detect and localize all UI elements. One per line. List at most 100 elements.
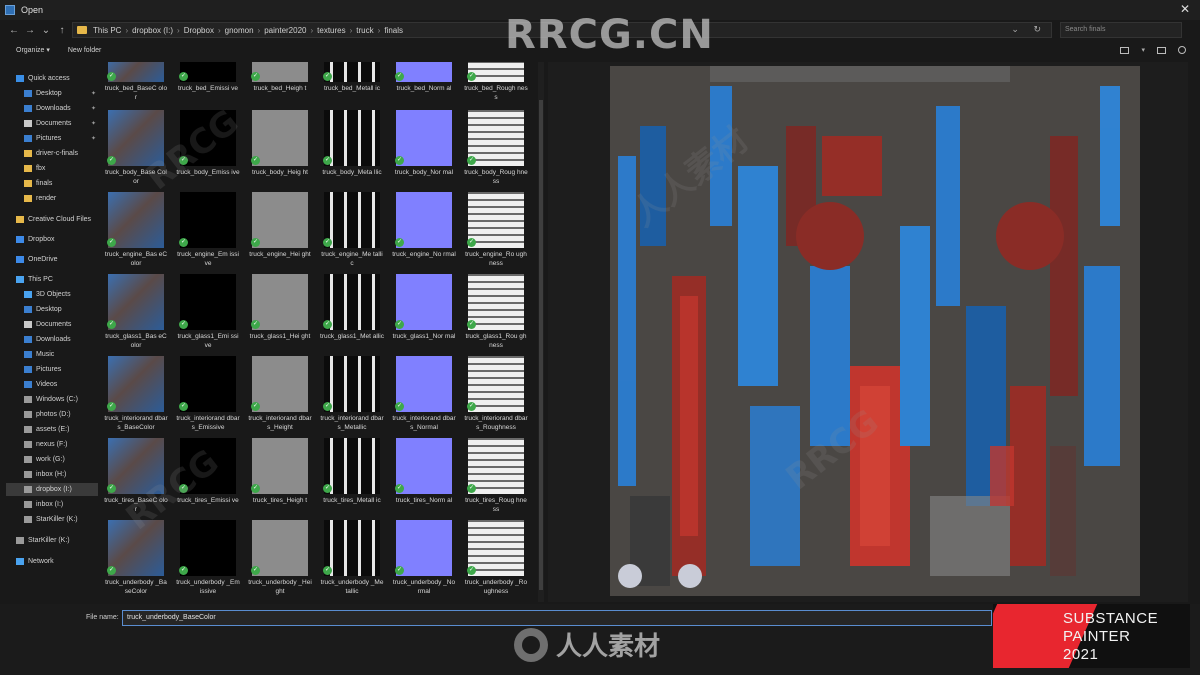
breadcrumb-item[interactable]: gnomon — [225, 26, 254, 35]
file-item[interactable]: ✓ truck_body_Roug hness — [464, 110, 528, 190]
sync-check-icon: ✓ — [467, 402, 476, 411]
sidebar-item[interactable]: StarKiller (K:) — [6, 534, 98, 547]
address-controls[interactable]: ⌄ ↻ — [1011, 24, 1047, 35]
file-item[interactable]: ✓ truck_body_Nor mal — [392, 110, 456, 190]
file-item[interactable]: ✓ truck_interiorand dbars_BaseColor — [104, 356, 168, 436]
file-grid-scrollbar[interactable] — [538, 62, 544, 602]
breadcrumb-item[interactable]: painter2020 — [264, 26, 306, 35]
sidebar-item[interactable]: dropbox (I:) — [6, 483, 98, 496]
sidebar-item[interactable]: Music — [6, 348, 98, 361]
sidebar-item[interactable]: Desktop — [6, 303, 98, 316]
file-item[interactable]: ✓ truck_glass1_Bas eColor — [104, 274, 168, 354]
sidebar-item[interactable]: StarKiller (K:) — [6, 513, 98, 526]
sidebar-item[interactable]: finals — [6, 177, 98, 190]
file-item[interactable]: ✓ truck_underbody _BaseColor — [104, 520, 168, 600]
sidebar-item[interactable]: photos (D:) — [6, 408, 98, 421]
breadcrumb-separator[interactable]: › — [125, 26, 128, 35]
file-thumbnail — [396, 356, 452, 412]
breadcrumb-separator[interactable]: › — [350, 26, 353, 35]
close-icon[interactable]: ✕ — [1180, 2, 1190, 16]
sidebar-item[interactable]: driver-c-finals — [6, 147, 98, 160]
sidebar-item[interactable]: Videos — [6, 378, 98, 391]
preview-pane-icon[interactable] — [1157, 46, 1166, 54]
file-item[interactable]: ✓ truck_underbody _Roughness — [464, 520, 528, 600]
file-name-input[interactable]: truck_underbody_BaseColor — [122, 610, 992, 626]
desktop-icon — [24, 90, 32, 97]
scrollbar-thumb[interactable] — [539, 100, 543, 590]
sidebar-item[interactable]: render — [6, 192, 98, 205]
file-item[interactable]: ✓ truck_interiorand dbars_Metallic — [320, 356, 384, 436]
file-item[interactable]: ✓ truck_engine_Bas eColor — [104, 192, 168, 272]
file-item[interactable]: ✓ truck_tires_Metall ic — [320, 438, 384, 518]
breadcrumb-separator[interactable]: › — [258, 26, 261, 35]
recent-locations-icon[interactable]: ⌄ — [38, 25, 54, 36]
pin-icon: ✦ — [90, 121, 96, 127]
sidebar-item[interactable]: Downloads ✦ — [6, 102, 98, 115]
file-item[interactable]: ✓ truck_engine_Em issive — [176, 192, 240, 272]
new-folder-button[interactable]: New folder — [68, 47, 101, 54]
sidebar-item[interactable]: fbx — [6, 162, 98, 175]
file-thumbnail — [180, 62, 236, 82]
chevron-down-icon[interactable]: ▾ — [1141, 46, 1145, 54]
file-item[interactable]: ✓ truck_body_Heig ht — [248, 110, 312, 190]
file-item[interactable]: ✓ truck_underbody _Metallic — [320, 520, 384, 600]
sidebar-item[interactable]: Quick access — [6, 72, 98, 85]
file-item[interactable]: ✓ truck_interiorand dbars_Normal — [392, 356, 456, 436]
breadcrumb-separator[interactable]: › — [218, 26, 221, 35]
sync-check-icon: ✓ — [107, 238, 116, 247]
file-item[interactable]: ✓ truck_engine_Ro ughness — [464, 192, 528, 272]
sidebar-item[interactable]: nexus (F:) — [6, 438, 98, 451]
sidebar-item[interactable]: inbox (I:) — [6, 498, 98, 511]
file-item[interactable]: ✓ truck_engine_No rmal — [392, 192, 456, 272]
up-icon[interactable]: ↑ — [54, 25, 70, 36]
sidebar-item[interactable]: assets (E:) — [6, 423, 98, 436]
view-mode-icon[interactable] — [1120, 46, 1130, 54]
file-item[interactable]: ✓ truck_engine_Hei ght — [248, 192, 312, 272]
file-item[interactable]: ✓ truck_underbody _Height — [248, 520, 312, 600]
file-item[interactable]: ✓ truck_glass1_Met allic — [320, 274, 384, 354]
sidebar-item[interactable]: work (G:) — [6, 453, 98, 466]
file-item[interactable]: ✓ truck_interiorand dbars_Height — [248, 356, 312, 436]
breadcrumb-item[interactable]: Dropbox — [184, 26, 214, 35]
file-item[interactable]: ✓ truck_interiorand dbars_Roughness — [464, 356, 528, 436]
file-item[interactable]: ✓ truck_glass1_Nor mal — [392, 274, 456, 354]
file-item[interactable]: ✓ truck_underbody _Emissive — [176, 520, 240, 600]
sidebar-item[interactable]: OneDrive — [6, 253, 98, 266]
organize-button[interactable]: Organize ▾ — [16, 46, 50, 54]
file-item[interactable]: ✓ truck_tires_Heigh t — [248, 438, 312, 518]
sidebar-item[interactable]: Documents — [6, 318, 98, 331]
back-icon[interactable]: ← — [6, 25, 22, 36]
breadcrumb-item[interactable]: This PC — [93, 26, 121, 35]
sidebar-item[interactable]: 3D Objects — [6, 288, 98, 301]
file-item[interactable]: ✓ truck_glass1_Hei ght — [248, 274, 312, 354]
breadcrumb-item[interactable]: dropbox (I:) — [132, 26, 173, 35]
sidebar-item[interactable]: Desktop ✦ — [6, 87, 98, 100]
sidebar-item[interactable]: Documents ✦ — [6, 117, 98, 130]
forward-icon[interactable]: → — [22, 25, 38, 36]
file-item[interactable]: ✓ truck_interiorand dbars_Emissive — [176, 356, 240, 436]
breadcrumb-item[interactable]: textures — [317, 26, 345, 35]
sidebar-item[interactable]: Pictures — [6, 363, 98, 376]
sidebar-item[interactable]: Downloads — [6, 333, 98, 346]
sidebar-item[interactable]: This PC — [6, 273, 98, 286]
sidebar-item[interactable]: Pictures ✦ — [6, 132, 98, 145]
breadcrumb-separator[interactable]: › — [177, 26, 180, 35]
file-item[interactable]: ✓ truck_body_Meta llic — [320, 110, 384, 190]
sidebar-item[interactable]: Dropbox — [6, 233, 98, 246]
file-item[interactable]: ✓ truck_tires_Roug hness — [464, 438, 528, 518]
breadcrumb-item[interactable]: finals — [384, 26, 403, 35]
file-item[interactable]: ✓ truck_tires_Norm al — [392, 438, 456, 518]
file-item[interactable]: ✓ truck_glass1_Rou ghness — [464, 274, 528, 354]
help-icon[interactable] — [1178, 46, 1186, 54]
breadcrumb-separator[interactable]: › — [310, 26, 313, 35]
sidebar-item[interactable]: inbox (H:) — [6, 468, 98, 481]
file-item[interactable]: ✓ truck_engine_Me tallic — [320, 192, 384, 272]
file-item[interactable]: ✓ truck_underbody _Normal — [392, 520, 456, 600]
sidebar-item[interactable]: Network — [6, 555, 98, 568]
file-item[interactable]: ✓ truck_glass1_Emi ssive — [176, 274, 240, 354]
sidebar-item[interactable]: Windows (C:) — [6, 393, 98, 406]
sidebar-item[interactable]: Creative Cloud Files — [6, 213, 98, 226]
breadcrumb-item[interactable]: truck — [356, 26, 373, 35]
breadcrumb-separator[interactable]: › — [378, 26, 381, 35]
search-input[interactable]: Search finals — [1060, 22, 1182, 38]
